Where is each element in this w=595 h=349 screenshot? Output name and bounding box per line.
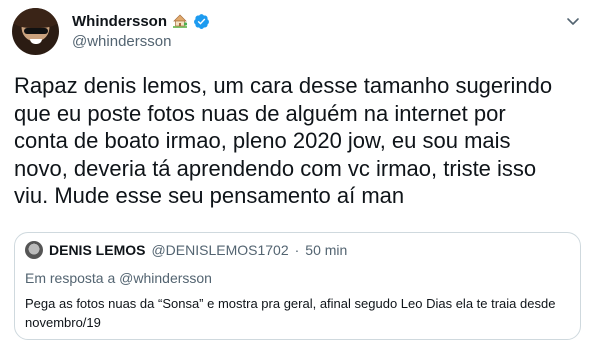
user-avatar[interactable] — [12, 8, 59, 55]
avatar-hair — [12, 8, 59, 28]
reply-context: Em resposta a @whindersson — [25, 270, 212, 286]
reply-prefix: Em resposta a — [25, 270, 116, 286]
verified-badge-icon — [193, 13, 210, 30]
tweet-text: Rapaz denis lemos, um cara desse tamanho… — [14, 73, 553, 208]
quoted-display-name: DENIS LEMOS — [49, 242, 146, 258]
quoted-avatar — [25, 241, 43, 259]
author-display-name[interactable]: Whindersson — [72, 13, 167, 30]
author-name-row: Whindersson — [72, 11, 210, 31]
chevron-down-icon[interactable] — [564, 12, 582, 30]
quoted-tweet[interactable]: DENIS LEMOS @DENISLEMOS1702 · 50 min Em … — [14, 232, 581, 340]
house-with-garden-icon — [172, 13, 188, 29]
quoted-tweet-header: DENIS LEMOS @DENISLEMOS1702 · 50 min — [25, 241, 347, 259]
quoted-tweet-text: Pega as fotos nuas da “Sonsa” e mostra p… — [25, 296, 556, 330]
reply-mention[interactable]: @whindersson — [119, 270, 212, 286]
tweet-card: Whindersson @whindersson Rapaz denis lem… — [0, 0, 595, 349]
quoted-handle: @DENISLEMOS1702 — [151, 242, 289, 258]
quoted-separator: · — [294, 242, 300, 258]
avatar-smile — [30, 39, 42, 44]
avatar-glasses — [24, 28, 48, 34]
quoted-time: 50 min — [305, 242, 348, 258]
author-handle[interactable]: @whindersson — [72, 33, 171, 50]
